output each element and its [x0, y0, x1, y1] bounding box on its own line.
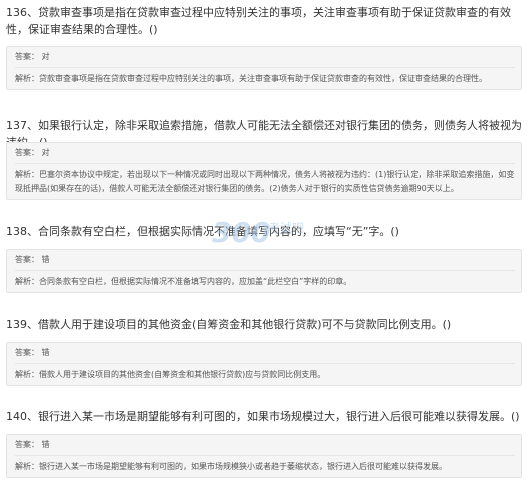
answer-box: 答案： 对 解析：贷款审查事项是指在贷款审查过程中应特别关注的事项，关注审查事项…	[6, 46, 522, 90]
question-block-139: 139、借款人用于建设项目的其他资金(自筹资金和其他银行贷款)可不与贷款同比例支…	[6, 316, 522, 386]
answer-label: 答案： 错	[15, 253, 515, 271]
question-page: 136、贷款审查事项是指在贷款审查过程中应特别关注的事项，关注审查事项有助于保证…	[0, 0, 528, 485]
answer-box: 答案： 错 解析：银行进入某一市场是期望能够有利可图的，如果市场规模狭小或者趋于…	[6, 434, 522, 478]
analysis-text: 解析：巴塞尔资本协议中规定，若出现以下一种情况或同时出现以下两种情况，债务人将被…	[15, 170, 515, 193]
answer-label: 答案： 对	[15, 50, 515, 68]
question-block-138: 138、合同条款有空白栏，但根据实际情况不准备填写内容的，应填写“无”字。() …	[6, 223, 522, 293]
question-block-140: 140、银行进入某一市场是期望能够有利可图的，如果市场规模过大，银行进入后很可能…	[6, 408, 522, 478]
analysis-text: 解析：银行进入某一市场是期望能够有利可图的，如果市场规模狭小或者趋于萎缩状态，银…	[15, 462, 447, 471]
analysis-text: 解析：合同条款有空白栏，但根据实际情况不准备填写内容的，应加盖“此栏空白”字样的…	[15, 277, 352, 286]
question-text: 139、借款人用于建设项目的其他资金(自筹资金和其他银行贷款)可不与贷款同比例支…	[6, 318, 452, 331]
question-text: 136、贷款审查事项是指在贷款审查过程中应特别关注的事项，关注审查事项有助于保证…	[6, 6, 511, 36]
answer-box: 答案： 错 解析：合同条款有空白栏，但根据实际情况不准备填写内容的，应加盖“此栏…	[6, 249, 522, 293]
question-block-137: 137、如果银行认定，除非采取追索措施，借款人可能无法全额偿还对银行集团的债务，…	[6, 117, 522, 200]
answer-box: 答案： 对 解析：巴塞尔资本协议中规定，若出现以下一种情况或同时出现以下两种情况…	[6, 142, 522, 200]
answer-label: 答案： 错	[15, 438, 515, 456]
answer-label: 答案： 对	[15, 146, 515, 164]
answer-box: 答案： 错 解析：借款人用于建设项目的其他资金(自筹资金和其他银行贷款)应与贷款…	[6, 342, 522, 386]
analysis-text: 解析：借款人用于建设项目的其他资金(自筹资金和其他银行贷款)应与贷款同比例支用。	[15, 370, 326, 379]
question-block-136: 136、贷款审查事项是指在贷款审查过程中应特别关注的事项，关注审查事项有助于保证…	[6, 4, 522, 90]
question-text: 138、合同条款有空白栏，但根据实际情况不准备填写内容的，应填写“无”字。()	[6, 225, 399, 238]
question-text: 140、银行进入某一市场是期望能够有利可图的，如果市场规模过大，银行进入后很可能…	[6, 410, 520, 423]
analysis-text: 解析：贷款审查事项是指在贷款审查过程中应特别关注的事项，关注审查事项有助于保证贷…	[15, 74, 487, 83]
answer-label: 答案： 错	[15, 346, 515, 364]
